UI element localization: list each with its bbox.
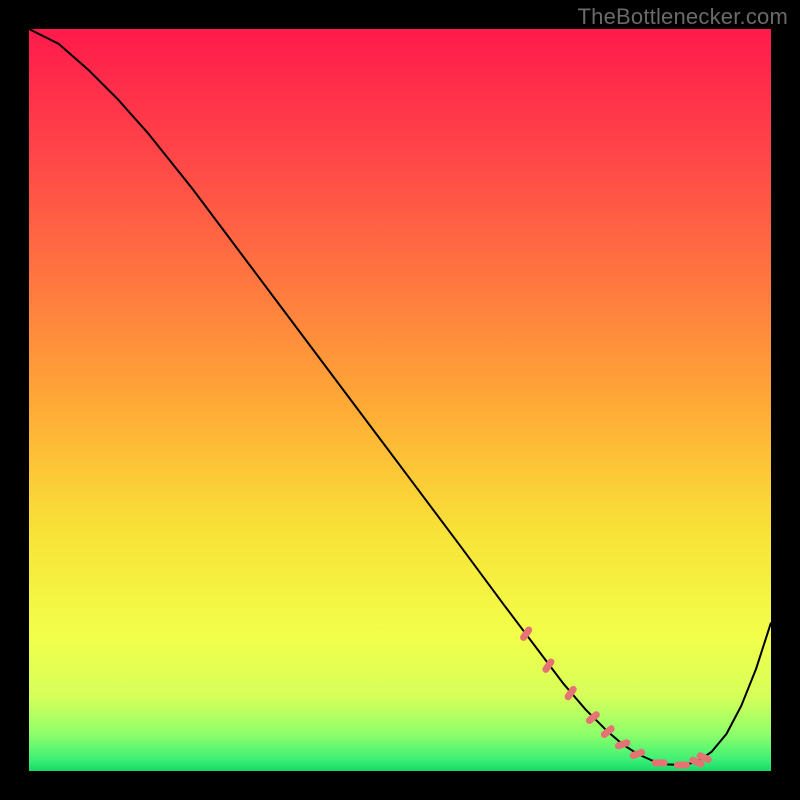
plot-svg xyxy=(29,29,771,771)
chart-outer: TheBottlenecker.com xyxy=(0,0,800,800)
marker-dash xyxy=(652,759,668,766)
marker-dash xyxy=(674,762,690,769)
gradient-background xyxy=(29,29,771,771)
plot-area xyxy=(29,29,771,771)
watermark-text: TheBottlenecker.com xyxy=(578,4,788,30)
